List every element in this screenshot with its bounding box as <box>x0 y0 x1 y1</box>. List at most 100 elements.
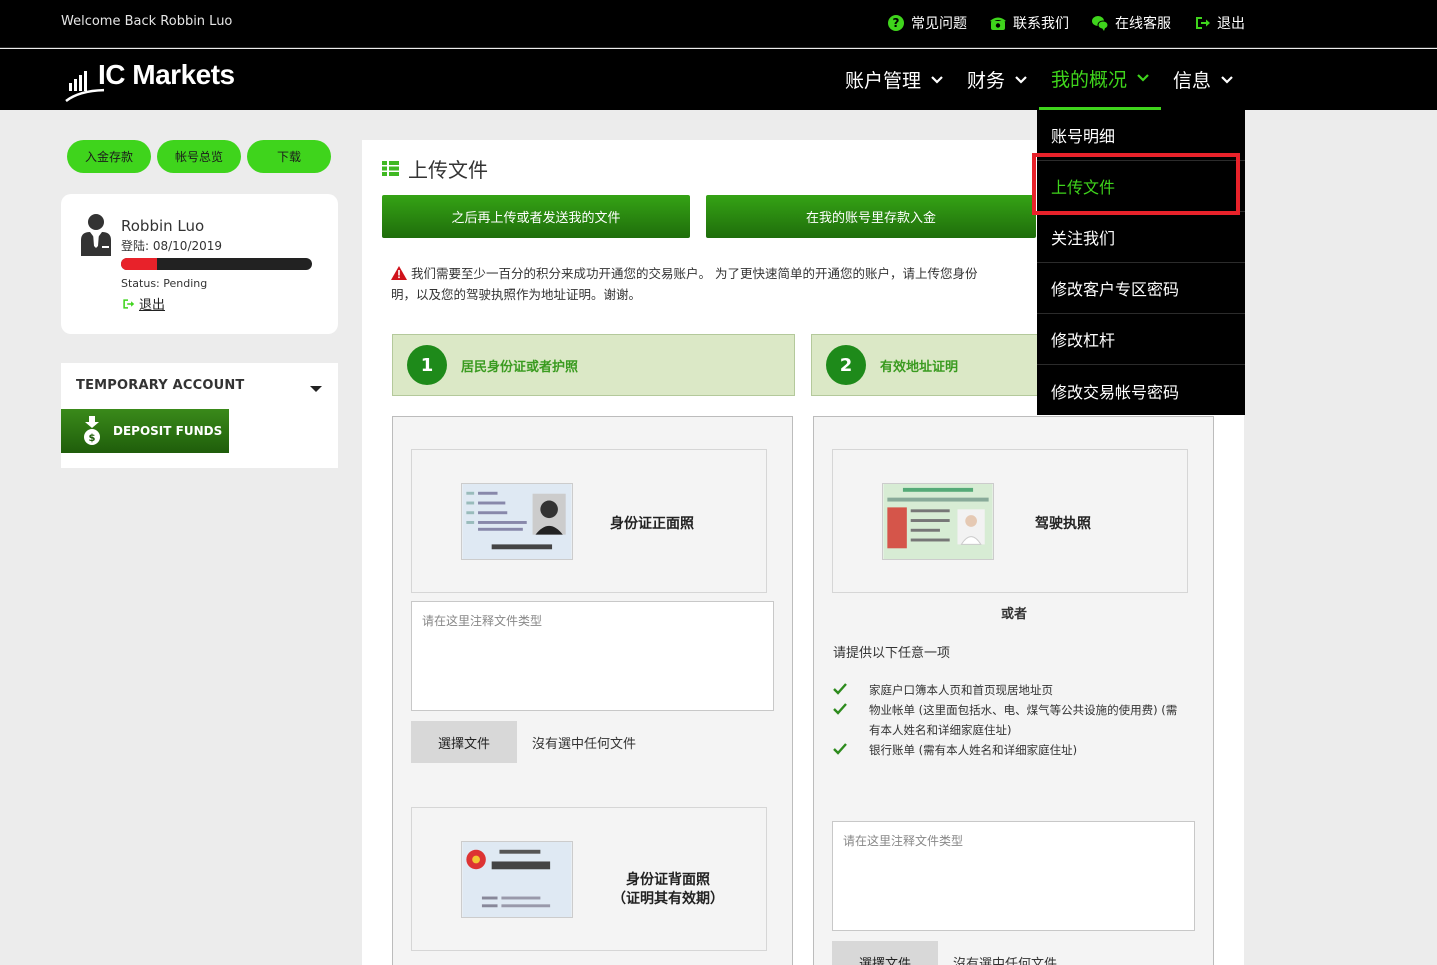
warning-icon <box>391 266 407 280</box>
list-item-text: 物业帐单 (这里面包括水、电、煤气等公共设施的使用费) (需有本人姓名和详细家庭… <box>869 703 1178 737</box>
welcome-text: Welcome Back Robbin Luo <box>61 14 233 29</box>
chevron-down-icon <box>1015 75 1027 84</box>
money-deposit-icon: $ <box>84 416 100 445</box>
profile-card: Robbin Luo 登陆: 08/10/2019 Status: Pendin… <box>61 194 338 334</box>
logout-label: 退出 <box>1217 16 1245 32</box>
temporary-account-box: TEMPORARY ACCOUNT $ DEPOSIT FUNDS <box>61 363 338 468</box>
address-no-file-text: 沒有選中任何文件 <box>953 957 1058 965</box>
step-label: 居民身份证或者护照 <box>461 359 579 375</box>
contact-label: 联系我们 <box>1013 16 1069 32</box>
nav-items: 账户管理 财务 我的概况 信息 <box>833 49 1245 110</box>
profile-logout-link[interactable]: 退出 <box>121 294 165 313</box>
profile-logout-label: 退出 <box>139 298 166 313</box>
id-card-back-image <box>461 841 573 918</box>
deposit-to-account-button[interactable]: 在我的账号里存款入金 <box>706 195 1036 238</box>
logout-icon <box>123 298 135 309</box>
quick-buttons: 入金存款 帐号总览 下载 <box>67 140 331 173</box>
phone-icon <box>990 17 1006 30</box>
download-button[interactable]: 下载 <box>247 140 331 173</box>
id-card-front-image <box>461 483 573 560</box>
page-title-text: 上传文件 <box>408 158 488 182</box>
svg-text:$: $ <box>89 433 96 444</box>
nav-label: 我的概况 <box>1050 68 1127 91</box>
step-label: 有效地址证明 <box>880 359 959 375</box>
chevron-down-icon <box>931 75 943 84</box>
upload-notice: 我们需要至少一百分的积分来成功开通您的交易账户。 为了更快速简单的开通您的账户，… <box>391 263 1051 305</box>
nav-finance[interactable]: 财务 <box>955 49 1039 110</box>
step-1-header: 1 居民身份证或者护照 <box>392 334 795 396</box>
faq-link[interactable]: ? 常见问题 <box>887 13 967 33</box>
page-title: 上传文件 <box>382 154 488 183</box>
chevron-down-icon <box>1137 74 1149 82</box>
faq-label: 常见问题 <box>911 16 967 32</box>
nav-info[interactable]: 信息 <box>1161 49 1245 110</box>
list-item: 家庭户口簿本人页和首页现居地址页 <box>833 680 1183 700</box>
logout-icon <box>1196 17 1210 29</box>
brand-name: IC Markets <box>98 59 235 90</box>
svg-text:?: ? <box>893 16 900 30</box>
profile-status: Status: Pending <box>121 277 208 290</box>
menu-item-account-details[interactable]: 账号明细 <box>1037 110 1245 161</box>
top-bar: Welcome Back Robbin Luo ? 常见问题 联系我们 在线客服… <box>0 0 1437 48</box>
driver-license-label: 驾驶执照 <box>1035 516 1091 532</box>
deposit-button[interactable]: 入金存款 <box>67 140 151 173</box>
id-front-no-file-text: 沒有選中任何文件 <box>532 737 637 752</box>
list-grid-icon <box>382 161 399 176</box>
id-upload-column: 身份证正面照 選擇文件 沒有選中任何文件 身份证背面照 （证明其有效期） <box>392 416 793 965</box>
main-nav: IC Markets 账户管理 财务 我的概况 信息 <box>0 49 1437 110</box>
step-number: 2 <box>826 345 866 385</box>
nav-account-management[interactable]: 账户管理 <box>833 49 955 110</box>
user-avatar-icon <box>81 214 111 256</box>
list-item-text: 家庭户口簿本人页和首页现居地址页 <box>869 683 1053 697</box>
list-item: 物业帐单 (这里面包括水、电、煤气等公共设施的使用费) (需有本人姓名和详细家庭… <box>833 700 1183 740</box>
address-choose-file-button[interactable]: 選擇文件 <box>832 941 938 965</box>
question-icon: ? <box>888 15 904 31</box>
account-overview-button[interactable]: 帐号总览 <box>157 140 241 173</box>
id-back-label: 身份证背面照 （证明其有效期） <box>612 871 724 909</box>
menu-item-change-portal-password[interactable]: 修改客户专区密码 <box>1037 263 1245 314</box>
address-note-input[interactable] <box>832 821 1195 931</box>
id-front-note-input[interactable] <box>411 601 774 711</box>
driver-license-card[interactable]: 驾驶执照 <box>832 449 1188 593</box>
profile-login-date: 登陆: 08/10/2019 <box>121 239 223 253</box>
chat-icon <box>1092 16 1109 31</box>
deposit-funds-label: DEPOSIT FUNDS <box>113 424 223 438</box>
list-item: 银行账单 (需有本人姓名和详细家庭住址) <box>833 740 1183 760</box>
ic-markets-logo[interactable]: IC Markets <box>64 57 239 103</box>
menu-item-change-leverage[interactable]: 修改杠杆 <box>1037 314 1245 365</box>
address-upload-column: 驾驶执照 或者 请提供以下任意一项 家庭户口簿本人页和首页现居地址页 物业帐单 … <box>813 416 1214 965</box>
step-number: 1 <box>407 345 447 385</box>
nav-label: 信息 <box>1172 70 1211 92</box>
contact-link[interactable]: 联系我们 <box>989 13 1069 33</box>
nav-label: 财务 <box>966 70 1005 92</box>
address-proof-list: 家庭户口簿本人页和首页现居地址页 物业帐单 (这里面包括水、电、煤气等公共设施的… <box>833 680 1183 760</box>
step-2-header: 2 有效地址证明 <box>811 334 1051 396</box>
id-front-card[interactable]: 身份证正面照 <box>411 449 767 593</box>
id-front-choose-file-button[interactable]: 選擇文件 <box>411 721 517 763</box>
upload-later-button[interactable]: 之后再上传或者发送我的文件 <box>382 195 690 238</box>
chevron-down-icon <box>1221 75 1233 84</box>
check-icon <box>833 703 847 715</box>
caret-down-icon[interactable] <box>310 385 322 393</box>
id-back-label-line2: （证明其有效期） <box>612 891 724 907</box>
livechat-link[interactable]: 在线客服 <box>1091 13 1171 33</box>
progress-fill <box>121 258 158 270</box>
logout-link[interactable]: 退出 <box>1193 13 1245 33</box>
notice-line-1: 我们需要至少一百分的积分来成功开通您的交易账户。 为了更快速简单的开通您的账户，… <box>411 266 978 281</box>
livechat-label: 在线客服 <box>1115 16 1171 32</box>
id-back-label-line1: 身份证背面照 <box>626 872 710 888</box>
profile-dropdown-menu: 账号明细 上传文件 关注我们 修改客户专区密码 修改杠杆 修改交易帐号密码 <box>1037 110 1245 415</box>
notice-line-2: 明，以及您的驾驶执照作为地址证明。谢谢。 <box>391 287 642 302</box>
menu-item-follow-us[interactable]: 关注我们 <box>1037 212 1245 263</box>
check-icon <box>833 743 847 755</box>
temporary-account-title: TEMPORARY ACCOUNT <box>76 378 245 393</box>
list-item-text: 银行账单 (需有本人姓名和详细家庭住址) <box>869 743 1078 757</box>
menu-item-change-trading-password[interactable]: 修改交易帐号密码 <box>1037 365 1245 416</box>
id-back-card[interactable]: 身份证背面照 （证明其有效期） <box>411 807 767 951</box>
id-front-label: 身份证正面照 <box>610 516 694 532</box>
deposit-funds-button[interactable]: $ DEPOSIT FUNDS <box>61 409 229 453</box>
or-label: 或者 <box>1001 607 1028 622</box>
verification-progress-bar <box>121 258 312 270</box>
menu-item-upload-documents[interactable]: 上传文件 <box>1037 161 1245 212</box>
nav-my-profile[interactable]: 我的概况 <box>1038 49 1161 110</box>
